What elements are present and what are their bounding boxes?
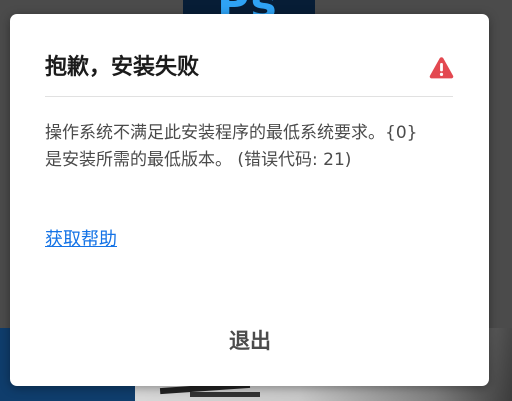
- alert-triangle-icon: [429, 57, 454, 79]
- quit-button[interactable]: 退出: [205, 319, 295, 363]
- error-dialog: 抱歉，安装失败 操作系统不满足此安装程序的最低系统要求。{0} 是安装所需的最低…: [10, 14, 489, 386]
- dialog-title: 抱歉，安装失败: [45, 55, 200, 80]
- error-message: 操作系统不满足此安装程序的最低系统要求。{0} 是安装所需的最低版本。 (错误代…: [45, 123, 418, 170]
- title-divider: [45, 96, 453, 97]
- background-art-stroke: [190, 392, 260, 397]
- get-help-link[interactable]: 获取帮助: [45, 227, 117, 253]
